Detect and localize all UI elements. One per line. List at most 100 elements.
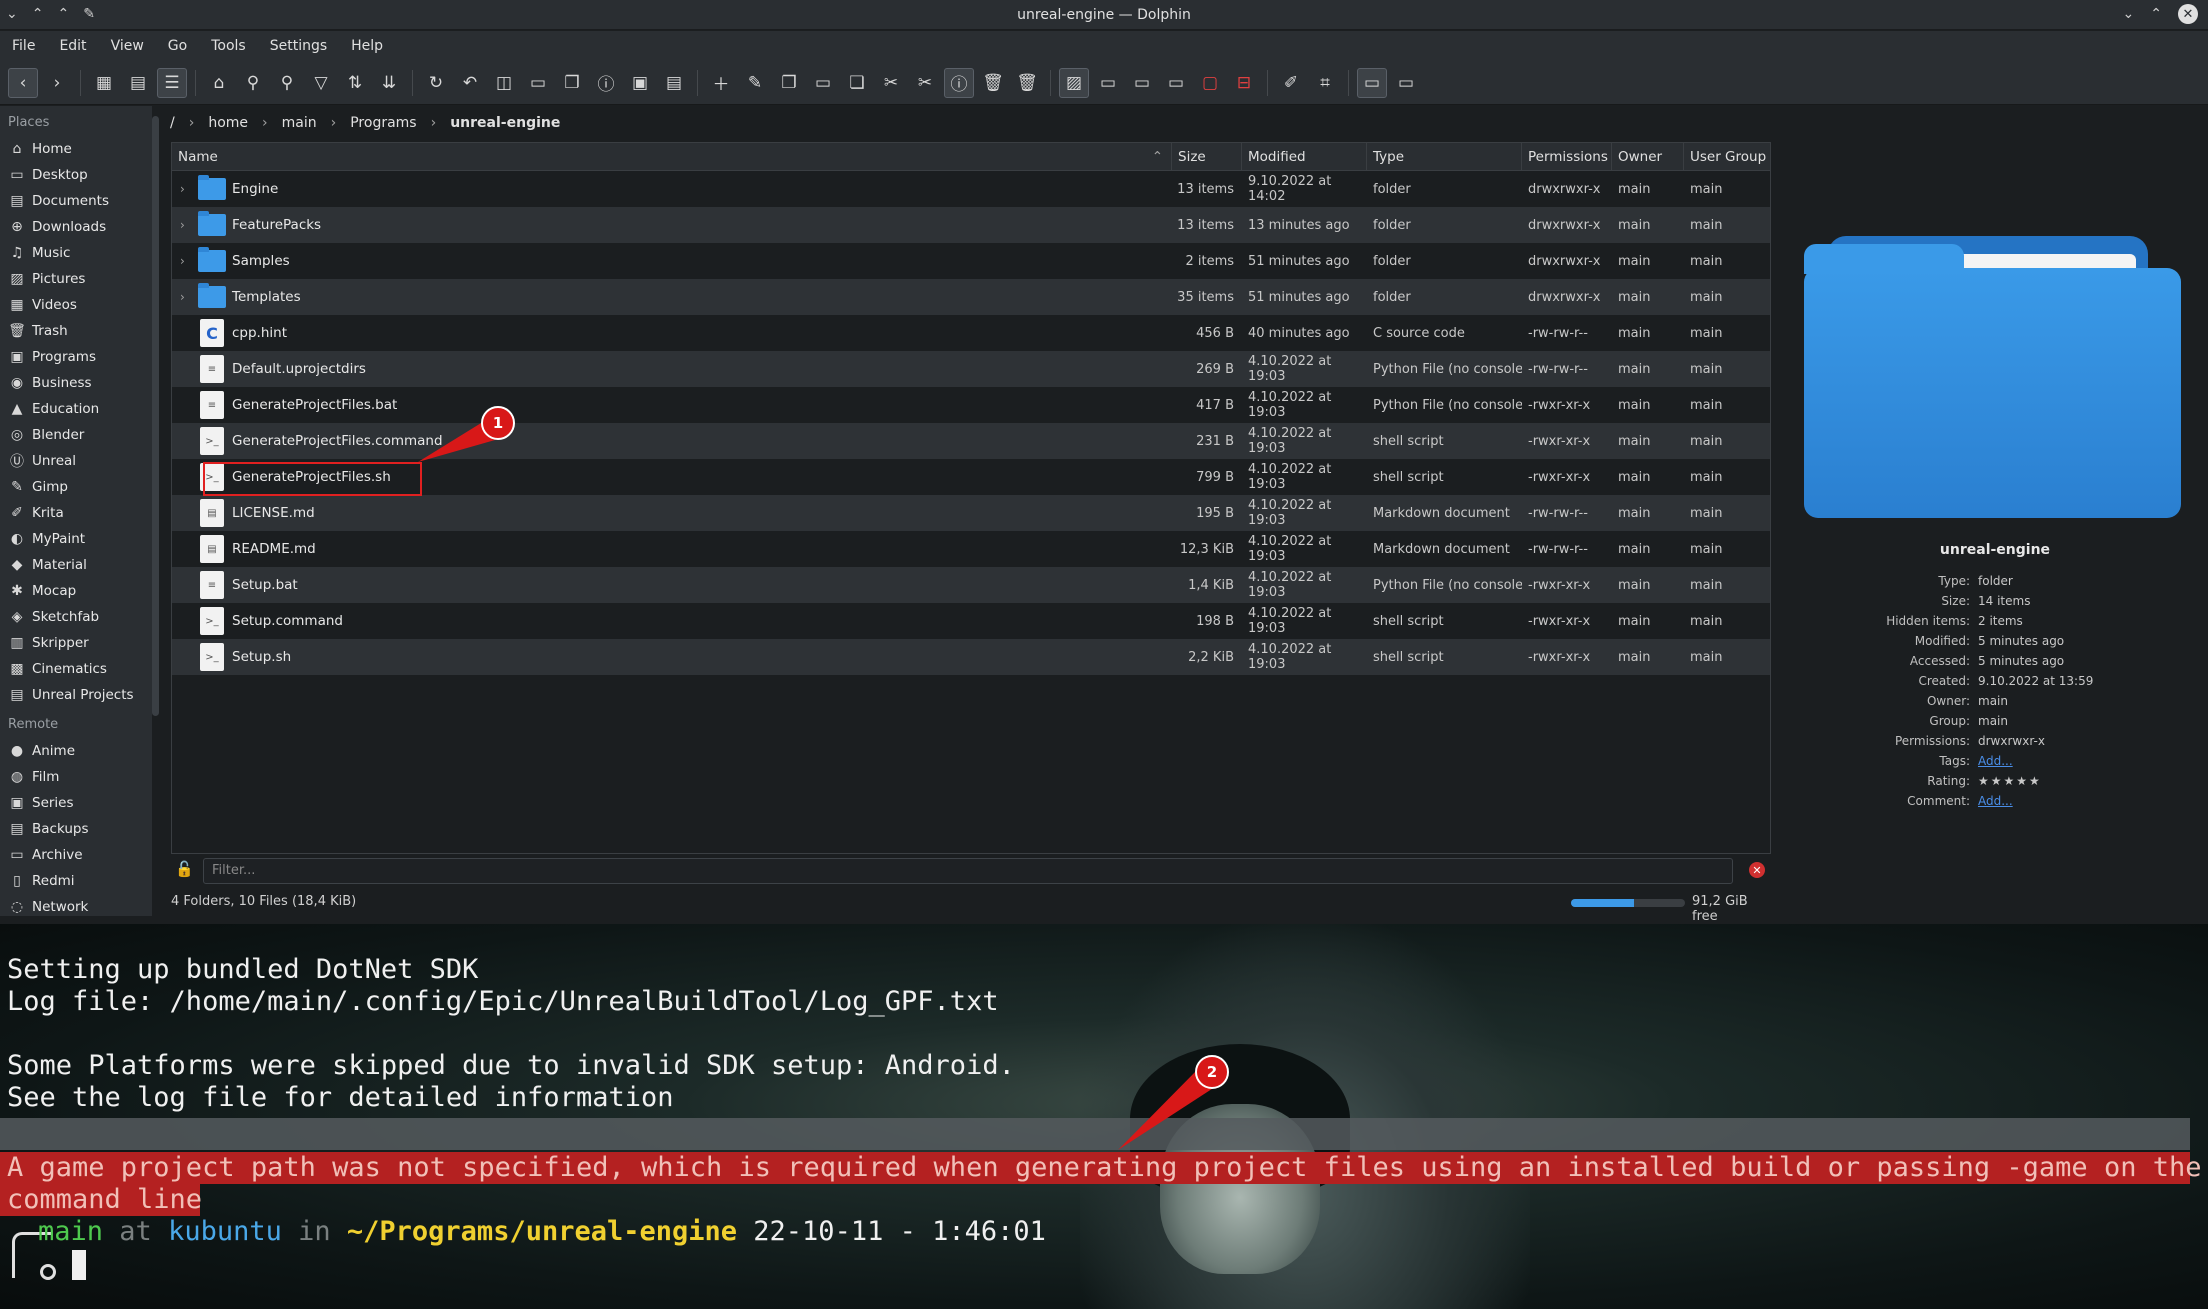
back-icon[interactable]: ‹	[8, 67, 38, 98]
col-modified[interactable]: Modified	[1242, 143, 1367, 170]
col-size[interactable]: Size	[1172, 143, 1242, 170]
zoom-icon[interactable]: ⚲	[238, 68, 268, 98]
undo-icon[interactable]: ↶	[455, 68, 485, 98]
open-split-icon[interactable]: ▭	[1161, 68, 1191, 98]
sidebar-item-blender[interactable]: ◎ Blender	[0, 422, 152, 448]
breadcrumb-programs[interactable]: Programs	[350, 115, 416, 131]
expand-chevron-icon[interactable]: ›	[180, 182, 192, 196]
search-icon[interactable]: ⚲	[272, 68, 302, 98]
filter-icon[interactable]: ▽	[306, 68, 336, 98]
sidebar-item-documents[interactable]: ▤ Documents	[0, 188, 152, 214]
breadcrumb-main[interactable]: main	[282, 115, 317, 131]
sidebar-item-archive[interactable]: ▭ Archive	[0, 842, 152, 868]
menu-settings[interactable]: Settings	[270, 38, 327, 54]
paste-icon[interactable]: ▭	[808, 68, 838, 98]
window-menu-icon[interactable]: ⌄	[6, 6, 18, 22]
sidebar-item-unreal[interactable]: Ⓤ Unreal	[0, 448, 152, 474]
sidebar-item-backups[interactable]: ▤ Backups	[0, 816, 152, 842]
expand-chevron-icon[interactable]: ›	[180, 254, 192, 268]
sidebar-item-film[interactable]: ◍ Film	[0, 764, 152, 790]
sidebar-item-music[interactable]: ♫ Music	[0, 240, 152, 266]
cut-icon[interactable]: ✂	[876, 68, 906, 98]
info-icon[interactable]: ⓘ	[591, 68, 621, 98]
menu-view[interactable]: View	[111, 38, 144, 54]
sidebar-item-redmi[interactable]: ▯ Redmi	[0, 868, 152, 894]
sidebar-item-downloads[interactable]: ⊕ Downloads	[0, 214, 152, 240]
menu-edit[interactable]: Edit	[59, 38, 86, 54]
duplicate-icon[interactable]: ❏	[842, 68, 872, 98]
open-new-window-icon[interactable]: ▭	[1127, 68, 1157, 98]
open-terminal-icon[interactable]: ▭	[1391, 68, 1421, 98]
sidebar-item-network[interactable]: ◌ Network	[0, 894, 152, 916]
stop-icon[interactable]: ⊟	[1229, 68, 1259, 98]
sidebar-item-gimp[interactable]: ✎ Gimp	[0, 474, 152, 500]
split-view-icon[interactable]: ◫	[489, 68, 519, 98]
table-row[interactable]: ≡ Default.uprojectdirs 269 B 4.10.2022 at 1…	[172, 351, 1770, 387]
breadcrumb-root[interactable]: /	[170, 115, 175, 131]
sidebar-item-mypaint[interactable]: ◐ MyPaint	[0, 526, 152, 552]
unlock-icon[interactable]: 🔓	[175, 860, 194, 878]
reload-icon[interactable]: ↻	[421, 68, 451, 98]
sidebar-item-anime[interactable]: ● Anime	[0, 738, 152, 764]
sidebar-item-krita[interactable]: ✐ Krita	[0, 500, 152, 526]
icons-view-icon[interactable]: ▦	[89, 68, 119, 98]
sort-icon[interactable]: ⇅	[340, 68, 370, 98]
properties-icon[interactable]: ⓘ	[944, 67, 974, 98]
panel-icon[interactable]: ▤	[659, 68, 689, 98]
table-row[interactable]: ▤ README.md 12,3 KiB 4.10.2022 at 19:03 Mark…	[172, 531, 1770, 567]
maximize-icon[interactable]: ⌃	[2150, 6, 2162, 22]
col-name[interactable]: Name ⌃	[172, 143, 1172, 170]
sidebar-item-pictures[interactable]: ▨ Pictures	[0, 266, 152, 292]
close-split-icon[interactable]: ▢	[1195, 68, 1225, 98]
table-row[interactable]: › Samples 2 items 51 minutes ago folder drwxr…	[172, 243, 1770, 279]
table-row[interactable]: ▤ LICENSE.md 195 B 4.10.2022 at 19:03 Markdo…	[172, 495, 1770, 531]
edit-icon[interactable]: ✐	[1276, 68, 1306, 98]
table-row[interactable]: >_ Setup.sh 2,2 KiB 4.10.2022 at 19:03 shell…	[172, 639, 1770, 675]
terminal-panel[interactable]: Setting up bundled DotNet SDK Log file: …	[0, 924, 2208, 1309]
expand-chevron-icon[interactable]: ›	[180, 218, 192, 232]
sort-order-icon[interactable]: ⇊	[374, 68, 404, 98]
shade-icon[interactable]: ⌃	[57, 6, 69, 22]
copy-icon[interactable]: ❐	[774, 68, 804, 98]
info-value[interactable]: Add...	[1978, 754, 2013, 774]
rating-stars[interactable]: ★★★★★	[1978, 774, 2042, 794]
breadcrumb-current[interactable]: unreal-engine	[450, 115, 560, 131]
menu-help[interactable]: Help	[351, 38, 383, 54]
table-row[interactable]: Ccpp.hint 456 B 40 minutes ago C source cod…	[172, 315, 1770, 351]
clear-filter-icon[interactable]: ✕	[1749, 862, 1765, 878]
sidebar-item-desktop[interactable]: ▭ Desktop	[0, 162, 152, 188]
pin-icon[interactable]: ✎	[83, 6, 95, 22]
sidebar-item-series[interactable]: ▣ Series	[0, 790, 152, 816]
col-group[interactable]: User Group	[1684, 143, 1766, 170]
expand-chevron-icon[interactable]: ›	[180, 290, 192, 304]
show-previews-icon[interactable]: ▨	[1059, 67, 1089, 98]
add-icon[interactable]: ＋	[706, 68, 736, 98]
sidebar-item-videos[interactable]: ▦ Videos	[0, 292, 152, 318]
close-icon[interactable]: ✕	[2178, 4, 2198, 24]
forward-icon[interactable]: ›	[42, 68, 72, 98]
open-new-tab-icon[interactable]: ▭	[1093, 68, 1123, 98]
info-value[interactable]: Add...	[1978, 794, 2013, 814]
compact-view-icon[interactable]: ▤	[123, 68, 153, 98]
table-row[interactable]: › Templates 35 items 51 minutes ago folder dr…	[172, 279, 1770, 315]
home-icon[interactable]: ⌂	[204, 68, 234, 98]
menu-go[interactable]: Go	[168, 38, 187, 54]
filter-input[interactable]: Filter...	[203, 858, 1733, 884]
details-view-icon[interactable]: ☰	[157, 67, 187, 98]
menu-file[interactable]: File	[12, 38, 35, 54]
col-owner[interactable]: Owner	[1612, 143, 1684, 170]
menu-tools[interactable]: Tools	[211, 38, 246, 54]
table-row[interactable]: › FeaturePacks 13 items 13 minutes ago folde…	[172, 207, 1770, 243]
table-row[interactable]: >_ GenerateProjectFiles.command 231 B 4.10.…	[172, 423, 1770, 459]
col-permissions[interactable]: Permissions	[1522, 143, 1612, 170]
copy-location-icon[interactable]: ❐	[557, 68, 587, 98]
new-folder-icon[interactable]: ▭	[523, 68, 553, 98]
cut-alt-icon[interactable]: ✂	[910, 68, 940, 98]
select-icon[interactable]: ⌗	[1310, 68, 1340, 98]
sidebar-item-material[interactable]: ◆ Material	[0, 552, 152, 578]
preview-icon[interactable]: ▣	[625, 68, 655, 98]
sidebar-item-cinematics[interactable]: ▩ Cinematics	[0, 656, 152, 682]
sidebar-item-business[interactable]: ◉ Business	[0, 370, 152, 396]
sidebar-item-mocap[interactable]: ✱ Mocap	[0, 578, 152, 604]
table-row[interactable]: ≡ GenerateProjectFiles.bat 417 B 4.10.2022 …	[172, 387, 1770, 423]
